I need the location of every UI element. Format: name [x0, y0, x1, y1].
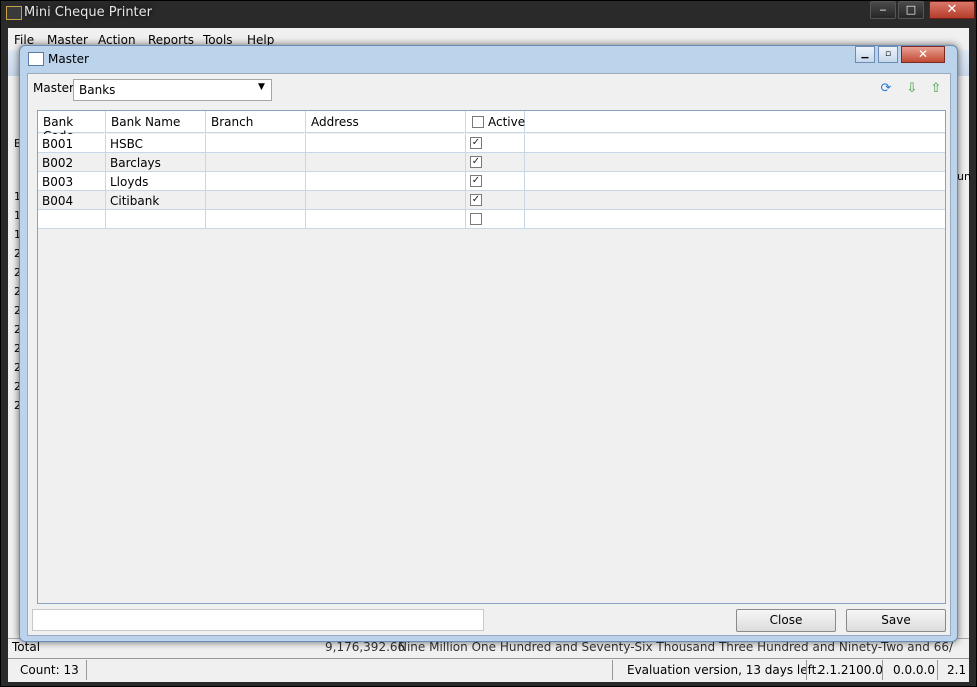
status-version-short: 2.1: [947, 663, 967, 677]
status-version-app: 2.1.2100.0: [818, 663, 883, 677]
cell-address[interactable]: [306, 191, 466, 210]
cell-active[interactable]: ✓: [466, 172, 525, 191]
dialog-close-button[interactable]: ✕: [901, 46, 945, 63]
cell-bank-name[interactable]: [106, 210, 206, 229]
export-icon[interactable]: ⇧: [928, 81, 944, 97]
table-row[interactable]: B002 Barclays ✓: [38, 153, 945, 172]
column-header-bank-name[interactable]: Bank Name: [106, 111, 206, 133]
cell-active[interactable]: ✓: [466, 153, 525, 172]
status-separator: [882, 660, 883, 680]
cell-active[interactable]: [466, 210, 525, 229]
bg-column-header-fragment: un: [957, 170, 971, 183]
app-minimize-button[interactable]: ‒: [870, 1, 896, 19]
status-separator: [612, 660, 613, 680]
cell-address[interactable]: [306, 134, 466, 153]
cell-bank-name[interactable]: Citibank: [106, 191, 206, 210]
table-row[interactable]: B001 HSBC ✓: [38, 134, 945, 153]
total-amount: 9,176,392.66: [325, 640, 406, 654]
table-row[interactable]: B004 Citibank ✓: [38, 191, 945, 210]
active-checkbox[interactable]: ✓: [470, 194, 482, 206]
cell-bank-name[interactable]: Lloyds: [106, 172, 206, 191]
master-label: Master: [33, 81, 74, 95]
cell-address[interactable]: [306, 172, 466, 191]
cell-bank-code[interactable]: B002: [38, 153, 106, 172]
refresh-icon[interactable]: ⟳: [878, 81, 894, 97]
dialog-maximize-button[interactable]: ▫: [878, 46, 898, 63]
dialog-minimize-button[interactable]: ▁: [855, 46, 875, 63]
dialog-icon: [28, 52, 44, 66]
cell-bank-name[interactable]: Barclays: [106, 153, 206, 172]
active-checkbox[interactable]: ✓: [470, 156, 482, 168]
column-header-bank-code[interactable]: Bank Code: [38, 111, 106, 143]
cell-bank-name[interactable]: HSBC: [106, 134, 206, 153]
cell-branch[interactable]: [206, 191, 306, 210]
status-separator: [937, 660, 938, 680]
cell-branch[interactable]: [206, 172, 306, 191]
cell-branch[interactable]: [206, 153, 306, 172]
import-icon[interactable]: ⇩: [904, 81, 920, 97]
app-close-button[interactable]: ✕: [929, 1, 975, 19]
app-icon: [6, 6, 22, 20]
select-all-checkbox[interactable]: [472, 116, 484, 128]
table-row[interactable]: B003 Lloyds ✓: [38, 172, 945, 191]
cell-active[interactable]: ✓: [466, 134, 525, 153]
total-amount-words: Nine Million One Hundred and Seventy-Six…: [398, 640, 953, 654]
cell-active[interactable]: ✓: [466, 191, 525, 210]
close-button[interactable]: Close: [736, 609, 836, 632]
dialog-title: Master: [48, 52, 89, 66]
status-text-field[interactable]: [32, 609, 484, 631]
master-select[interactable]: Banks: [73, 79, 272, 101]
chevron-down-icon[interactable]: ▼: [258, 82, 265, 92]
cell-bank-code[interactable]: B001: [38, 134, 106, 153]
app-title: Mini Cheque Printer: [24, 5, 152, 20]
status-count: Count: 13: [20, 663, 79, 677]
status-version-db: 0.0.0.0: [893, 663, 935, 677]
table-row-new[interactable]: [38, 210, 945, 229]
cell-bank-code[interactable]: [38, 210, 106, 229]
save-button[interactable]: Save: [846, 609, 946, 632]
active-checkbox[interactable]: ✓: [470, 175, 482, 187]
cell-address[interactable]: [306, 210, 466, 229]
column-header-address[interactable]: Address: [306, 111, 466, 133]
active-checkbox[interactable]: [470, 213, 482, 225]
status-separator: [806, 660, 807, 680]
cell-bank-code[interactable]: B003: [38, 172, 106, 191]
status-separator: [86, 660, 87, 680]
cell-bank-code[interactable]: B004: [38, 191, 106, 210]
active-checkbox[interactable]: ✓: [470, 137, 482, 149]
cell-branch[interactable]: [206, 210, 306, 229]
status-evaluation: Evaluation version, 13 days left.: [627, 663, 821, 677]
cell-address[interactable]: [306, 153, 466, 172]
total-label: Total: [12, 640, 41, 654]
app-maximize-button[interactable]: □: [898, 1, 924, 19]
column-header-branch[interactable]: Branch: [206, 111, 306, 133]
cell-branch[interactable]: [206, 134, 306, 153]
